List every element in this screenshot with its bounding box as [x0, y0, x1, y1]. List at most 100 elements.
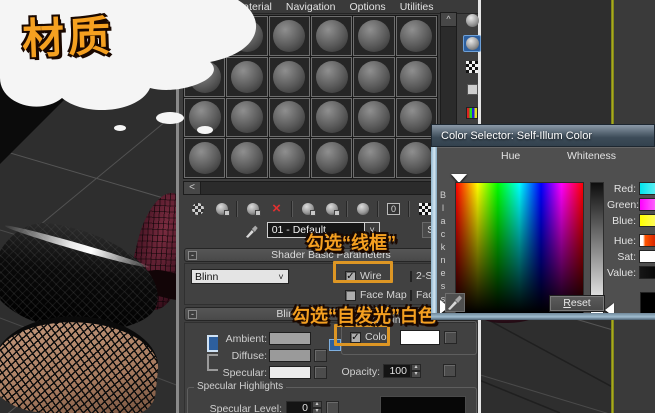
self-illum-color-swatch[interactable] — [400, 330, 440, 345]
blackness-label: Blackness — [438, 190, 448, 307]
diffuse-map-button[interactable] — [314, 349, 327, 362]
specular-label: Specular: — [222, 367, 267, 379]
scroll-up-button[interactable]: ^ — [441, 13, 456, 27]
video-color-check-icon[interactable] — [463, 104, 481, 121]
shader-type-dropdown[interactable]: Blinn ˅ — [191, 269, 289, 284]
backlight-icon[interactable] — [463, 35, 481, 52]
assign-material-icon[interactable] — [242, 199, 263, 218]
collapse-icon[interactable]: - — [188, 310, 197, 319]
sat-slider[interactable] — [639, 250, 655, 263]
material-sample-slot[interactable] — [310, 97, 353, 138]
spin-up-icon[interactable]: ▴ — [312, 401, 322, 408]
menu-options[interactable]: Options — [350, 1, 386, 13]
eyedropper-icon — [448, 295, 462, 310]
put-to-library-icon[interactable] — [352, 199, 373, 218]
put-material-to-scene-icon[interactable] — [211, 199, 232, 218]
hue-slider[interactable] — [639, 234, 655, 247]
pick-material-eyedropper-icon[interactable] — [245, 222, 259, 238]
tutorial-title: 材质 — [21, 12, 115, 63]
dialog-body: Hue Whiteness Blackness Red: Green: Blue… — [437, 147, 655, 317]
specular-highlights-label: Specular Highlights — [194, 381, 287, 392]
opacity-map-button[interactable] — [443, 364, 456, 377]
material-sample-slot[interactable] — [310, 16, 353, 56]
wire-highlight-frame — [333, 261, 393, 283]
red-label: Red: — [613, 182, 636, 195]
toolbar-separator — [377, 200, 379, 217]
sat-label: Sat: — [617, 250, 636, 263]
material-id-channel-icon[interactable]: 0 — [383, 199, 404, 218]
screenshot-stage: 材质 勾选“线框” 勾选“自发光”白色 Modes Material Navig… — [0, 0, 655, 413]
material-sample-slot[interactable] — [310, 56, 353, 97]
face-map-checkbox[interactable]: Face Map — [345, 289, 407, 301]
value-slider[interactable] — [639, 266, 655, 279]
toolbar-separator — [408, 200, 410, 217]
blue-slider[interactable] — [639, 214, 655, 227]
ambient-swatch[interactable] — [269, 332, 311, 345]
sample-type-icon[interactable] — [463, 12, 481, 29]
whiteness-label: Whiteness — [567, 150, 617, 162]
spin-up-icon[interactable]: ▴ — [411, 364, 421, 371]
dialog-titlebar[interactable]: Color Selector: Self-Illum Color — [431, 124, 655, 147]
material-sample-slot[interactable] — [353, 16, 395, 56]
material-sample-slot[interactable] — [353, 97, 395, 138]
value-slider-row: Value: — [607, 266, 655, 279]
chevron-down-icon: ˅ — [278, 271, 284, 282]
green-slider[interactable] — [639, 198, 655, 211]
diffuse-label: Diffuse: — [231, 350, 267, 362]
get-material-icon[interactable] — [187, 199, 208, 218]
scroll-left-button[interactable]: < — [184, 182, 201, 194]
spin-down-icon[interactable]: ▾ — [312, 408, 322, 413]
dialog-bottom-border — [431, 313, 655, 320]
material-sample-slot[interactable] — [395, 16, 437, 56]
selfillum-annotation: 勾选“自发光”白色 — [292, 306, 436, 326]
material-sample-slot[interactable] — [395, 56, 437, 97]
red-slider-row: Red: — [607, 182, 655, 195]
value-label: Value: — [607, 266, 636, 279]
material-sample-slot[interactable] — [353, 56, 395, 97]
self-illum-map-button[interactable] — [444, 331, 457, 344]
wire-annotation: 勾选“线框” — [306, 233, 396, 253]
specular-level-map-button[interactable] — [326, 401, 339, 413]
color-preview-swatch — [640, 292, 655, 314]
hue-slider-row: Hue: — [607, 234, 655, 247]
specular-level-spinner[interactable]: 0 ▴ ▾ — [286, 401, 322, 413]
menu-utilities[interactable]: Utilities — [400, 1, 434, 13]
blue-label: Blue: — [612, 214, 636, 227]
sat-slider-row: Sat: — [607, 250, 655, 263]
green-label: Green: — [607, 198, 640, 211]
specular-swatch[interactable] — [269, 366, 311, 379]
make-unique-icon[interactable] — [321, 199, 342, 218]
collapse-icon[interactable]: - — [188, 251, 197, 260]
reset-map-icon[interactable]: × — [266, 199, 287, 218]
ambient-label: Ambient: — [225, 333, 267, 345]
specular-level-value: 0 — [286, 401, 312, 413]
blue-slider-row: Blue: — [607, 214, 655, 227]
background-icon[interactable] — [463, 58, 481, 75]
toolbar-separator — [346, 200, 348, 217]
specular-level-label: Specular Level: — [209, 403, 282, 413]
diffuse-swatch[interactable] — [269, 349, 311, 362]
make-material-copy-icon[interactable] — [297, 199, 318, 218]
material-sample-slot[interactable] — [353, 138, 395, 178]
color-eyedropper-button[interactable] — [445, 293, 465, 312]
highlight-curve-graph — [380, 396, 466, 413]
toolbar-separator — [291, 200, 293, 217]
hue-label: Hue — [501, 150, 521, 162]
sample-uv-tiling-icon[interactable] — [463, 81, 481, 98]
shader-type-value: Blinn — [195, 270, 219, 283]
dialog-title: Color Selector: Self-Illum Color — [441, 129, 592, 142]
reset-button[interactable]: Reset — [549, 295, 605, 312]
hue-slider-label: Hue: — [613, 234, 636, 247]
green-slider-row: Green: — [607, 198, 655, 211]
toolbar-separator — [236, 200, 238, 217]
material-sample-slot[interactable] — [310, 138, 353, 178]
red-slider[interactable] — [639, 182, 655, 195]
spin-down-icon[interactable]: ▾ — [411, 371, 421, 378]
opacity-spinner[interactable]: 100 ▴ ▾ — [383, 364, 421, 378]
opacity-label: Opacity: — [341, 366, 380, 378]
specular-highlights-group: Specular Highlights Specular Level: 0 ▴ … — [187, 381, 477, 413]
menu-navigation[interactable]: Navigation — [286, 1, 336, 13]
blinn-rollout-panel: Ambient: Diffuse: Specular: Self-Illumin… — [184, 315, 478, 413]
color-selector-dialog: Color Selector: Self-Illum Color Hue Whi… — [431, 124, 655, 320]
sample-horizontal-scrollbar[interactable]: < — [183, 181, 439, 195]
